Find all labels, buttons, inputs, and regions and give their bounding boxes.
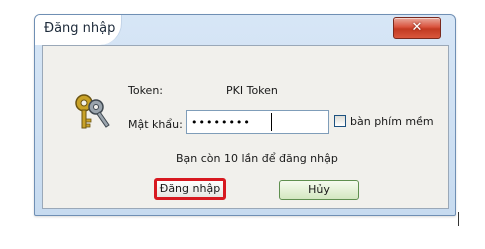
password-field[interactable]: [186, 110, 329, 134]
password-label: Mật khẩu:: [128, 118, 183, 131]
text-caret: [271, 113, 272, 131]
login-dialog: Đăng nhập ✕ Token: PKI Token Mật khẩu: b…: [34, 14, 456, 216]
token-label: Token:: [128, 84, 164, 97]
dialog-title: Đăng nhập: [44, 21, 116, 36]
attempts-message: Bạn còn 10 lần để đăng nhập: [176, 152, 338, 165]
close-icon: ✕: [411, 20, 423, 35]
close-button[interactable]: ✕: [393, 17, 441, 39]
onscreen-keyboard-label[interactable]: bàn phím mềm: [350, 115, 434, 128]
title-tab: Đăng nhập: [35, 15, 122, 45]
dialog-body: Token: PKI Token Mật khẩu: bàn phím mềm …: [42, 45, 449, 209]
keys-icon: [75, 94, 110, 129]
onscreen-keyboard-checkbox[interactable]: [334, 115, 346, 127]
title-bar[interactable]: Đăng nhập ✕: [35, 15, 455, 45]
screen-edge-mark: [458, 212, 459, 226]
cancel-button[interactable]: Hủy: [279, 180, 359, 200]
token-value: PKI Token: [226, 84, 278, 97]
login-button[interactable]: Đăng nhập: [154, 178, 226, 200]
